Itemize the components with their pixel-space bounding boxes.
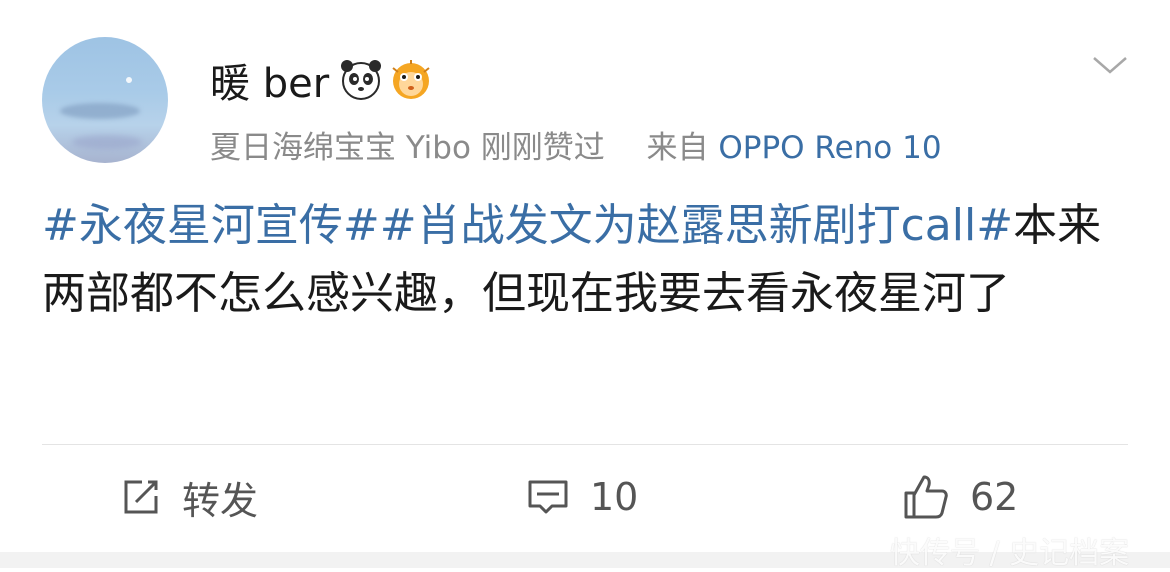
cloud-graphic [72,135,142,149]
panda-emoji-icon [341,60,382,100]
repost-button[interactable]: 转发 [120,470,258,524]
moon-graphic [126,77,132,83]
repost-label: 转发 [182,478,259,523]
comment-icon [528,480,568,514]
post-meta: 夏日海绵宝宝 Yibo 刚刚赞过 来自 OPPO Reno 10 [210,122,942,167]
thumbs-up-icon [904,475,948,519]
like-count: 62 [970,475,1019,519]
hashtag-link[interactable]: #肖战发文为赵露思新剧打call# [380,200,1013,251]
source-device-link[interactable]: OPPO Reno 10 [718,130,941,166]
username[interactable]: 暖 ber [210,51,329,109]
post-body: #永夜星河宣传##肖战发文为赵露思新剧打call#本来两部都不怎么感兴趣，但现在… [42,192,1132,328]
username-row: 暖 ber [210,52,433,108]
comment-button[interactable]: 10 [526,470,638,524]
divider [42,444,1128,445]
avatar[interactable] [42,37,168,163]
hashtag-link[interactable]: #永夜星河宣传# [42,200,380,251]
watermark: 快传号 / 史记档案 [890,536,1130,571]
comment-count: 10 [590,475,639,519]
pufferfish-emoji-icon [392,60,430,99]
cloud-graphic [60,103,140,119]
chevron-down-icon[interactable] [1090,50,1130,80]
source-prefix: 来自 [646,130,709,166]
liked-by-text: 夏日海绵宝宝 Yibo 刚刚赞过 [210,130,605,166]
repost-icon [124,480,158,514]
like-button[interactable]: 62 [902,470,1018,524]
